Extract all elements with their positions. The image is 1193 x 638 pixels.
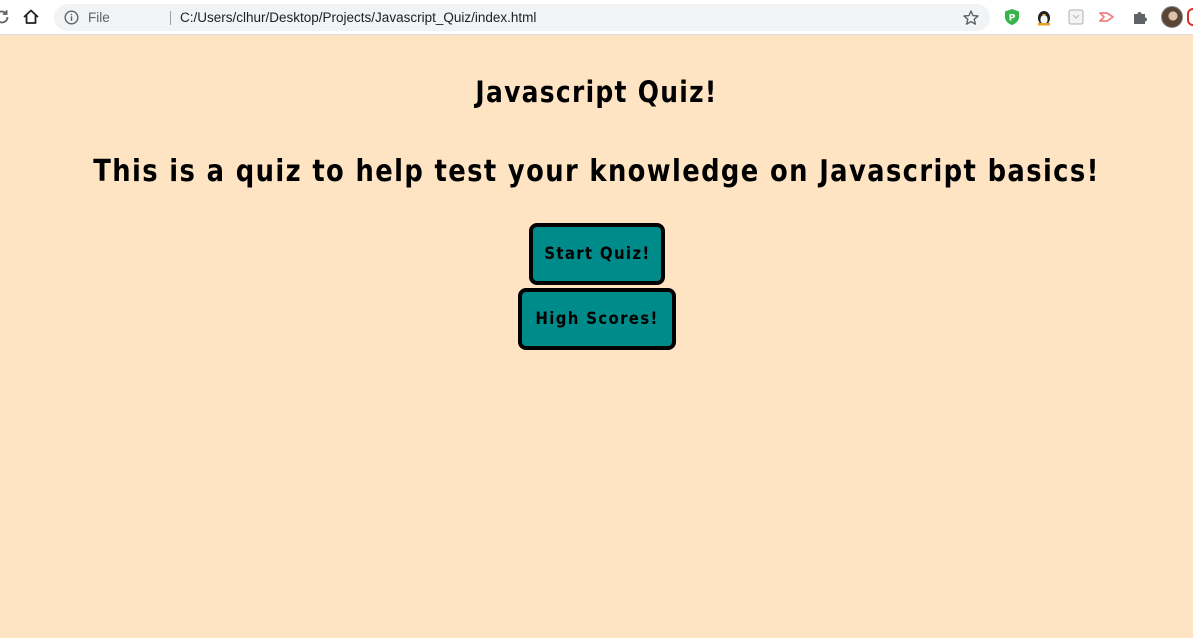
address-separator (170, 11, 171, 25)
page-title: Javascript Quiz! (475, 75, 718, 109)
high-scores-label: High Scores! (535, 309, 659, 329)
address-bar[interactable]: File C:/Users/clhur/Desktop/Projects/Jav… (54, 4, 990, 31)
update-menu-icon[interactable] (1187, 8, 1193, 26)
penguin-extension-icon[interactable] (1035, 8, 1053, 26)
page-subtitle: This is a quiz to help test your knowled… (93, 154, 1100, 189)
puzzle-extension-icon[interactable] (1131, 8, 1149, 26)
start-quiz-label: Start Quiz! (543, 244, 651, 264)
home-icon[interactable] (21, 7, 41, 27)
start-quiz-button[interactable]: Start Quiz! (529, 223, 665, 285)
browser-toolbar: File C:/Users/clhur/Desktop/Projects/Jav… (0, 0, 1193, 35)
box-extension-icon[interactable] (1067, 8, 1085, 26)
quiz-page: Javascript Quiz! This is a quiz to help … (0, 35, 1193, 638)
vpn-extension-icon[interactable]: P (1003, 8, 1021, 26)
svg-text:P: P (1009, 14, 1016, 24)
high-scores-button[interactable]: High Scores! (518, 288, 676, 350)
scheme-label: File (88, 10, 110, 25)
star-icon[interactable] (962, 9, 980, 27)
arrow-extension-icon[interactable] (1098, 8, 1116, 26)
profile-avatar[interactable] (1161, 6, 1183, 28)
url-text[interactable]: C:/Users/clhur/Desktop/Projects/Javascri… (180, 4, 536, 31)
info-icon[interactable] (64, 10, 79, 25)
reload-icon[interactable] (0, 7, 12, 27)
